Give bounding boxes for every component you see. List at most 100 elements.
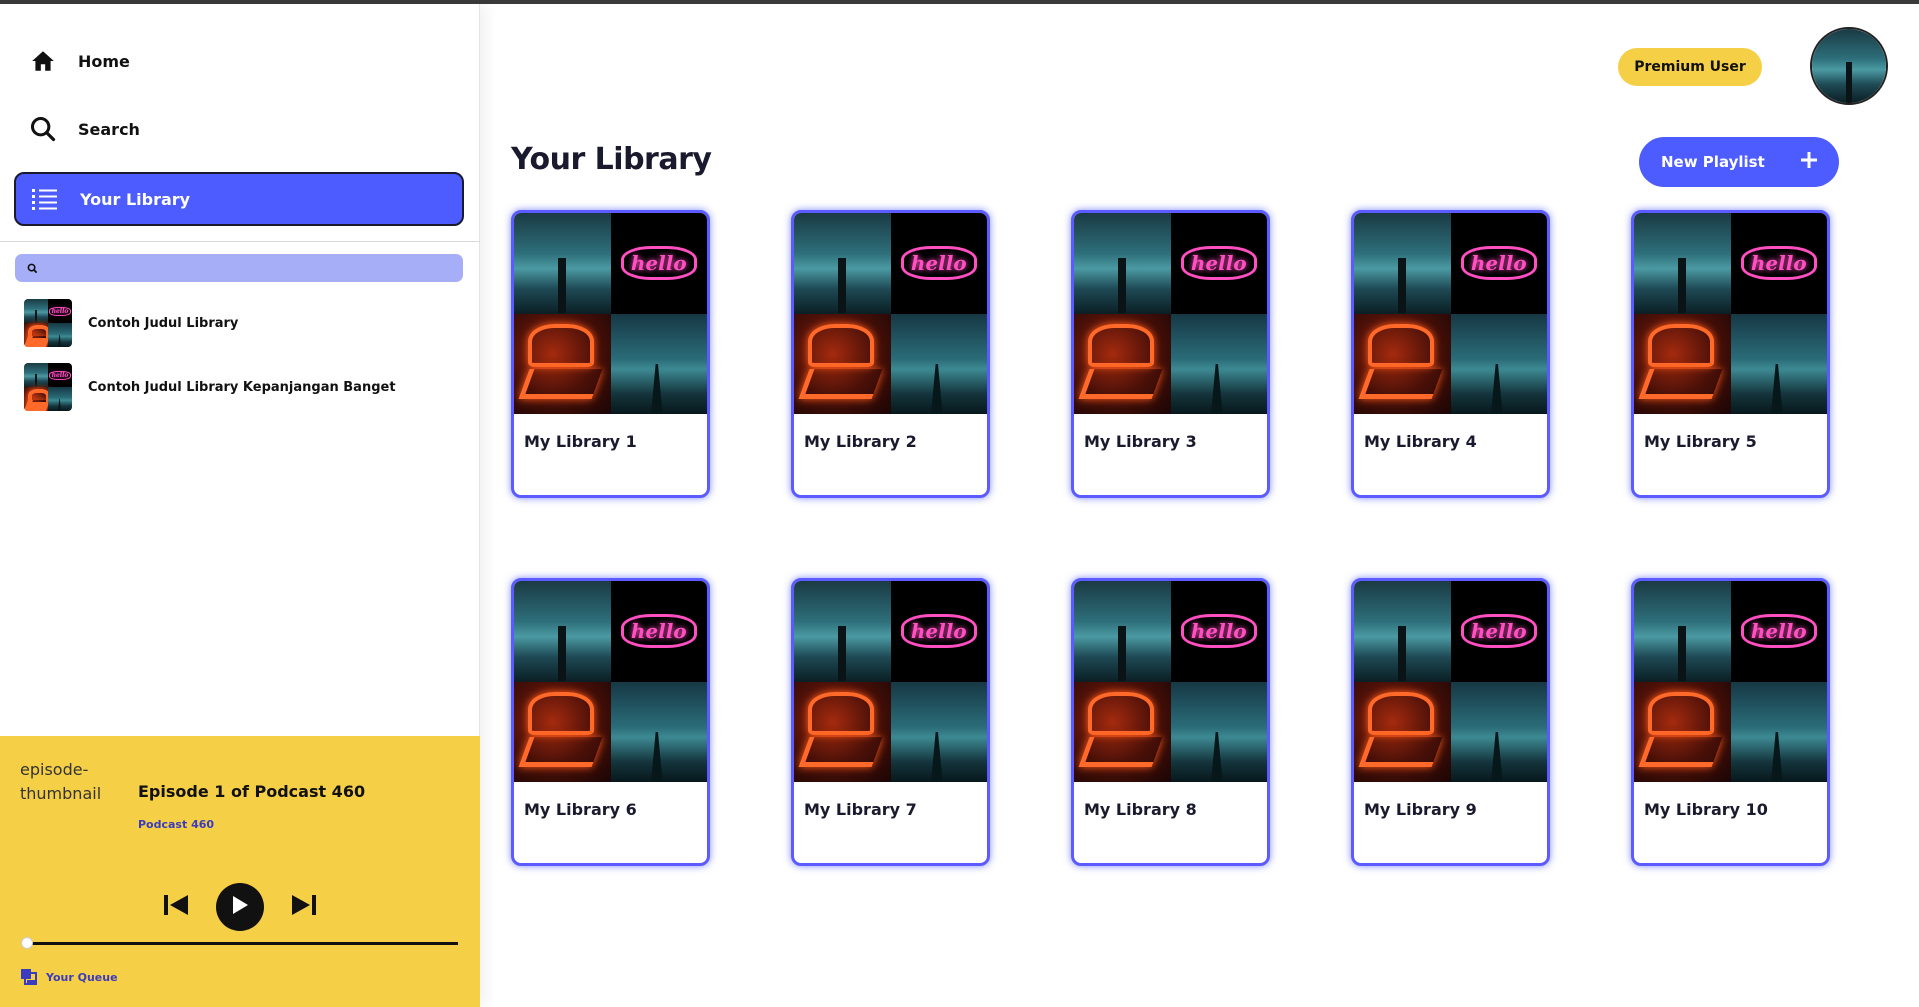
library-card-cover: hello xyxy=(1354,213,1547,414)
progress-knob[interactable] xyxy=(21,937,33,949)
cover-tile xyxy=(890,313,987,414)
library-card[interactable]: hello My Library 8 xyxy=(1071,578,1270,866)
sidebar-divider xyxy=(0,241,480,242)
library-card-title: My Library 1 xyxy=(524,432,637,451)
library-card-title: My Library 2 xyxy=(804,432,917,451)
library-card[interactable]: hello My Library 2 xyxy=(791,210,990,498)
nav-search[interactable]: Search xyxy=(14,102,464,156)
episode-title: Episode 1 of Podcast 460 xyxy=(138,782,366,801)
cover-tile xyxy=(1354,213,1451,314)
new-playlist-button[interactable]: New Playlist xyxy=(1639,137,1839,187)
library-item-label: Contoh Judul Library xyxy=(88,315,239,331)
library-card-title: My Library 4 xyxy=(1364,432,1477,451)
cover-tile: hello xyxy=(1730,581,1827,682)
library-search-bar[interactable] xyxy=(15,254,463,282)
library-card[interactable]: hello My Library 7 xyxy=(791,578,990,866)
cover-hello-text: hello xyxy=(900,614,977,649)
cover-hello-text: hello xyxy=(1180,614,1257,649)
library-card[interactable]: hello My Library 9 xyxy=(1351,578,1550,866)
library-card-title: My Library 7 xyxy=(804,800,917,819)
page-title: Your Library xyxy=(511,142,712,177)
playback-controls xyxy=(160,882,320,932)
cover-tile xyxy=(794,681,891,782)
library-card[interactable]: hello My Library 10 xyxy=(1631,578,1830,866)
cover-hello-text: hello xyxy=(1740,246,1817,281)
search-icon xyxy=(27,259,38,278)
library-search-input[interactable] xyxy=(44,260,444,276)
library-card-title: My Library 5 xyxy=(1644,432,1757,451)
library-list-item[interactable]: hello Contoh Judul Library xyxy=(24,298,238,348)
previous-button[interactable] xyxy=(160,891,192,923)
nav-home[interactable]: Home xyxy=(14,34,464,88)
list-icon xyxy=(30,184,60,214)
avatar[interactable] xyxy=(1810,27,1888,105)
queue-link[interactable]: Your Queue xyxy=(20,968,118,986)
cover-hello-text: hello xyxy=(900,246,977,281)
library-card-title: My Library 6 xyxy=(524,800,637,819)
cover-tile xyxy=(610,681,707,782)
cover-tile xyxy=(514,313,611,414)
library-card-cover: hello xyxy=(794,213,987,414)
cover-tile xyxy=(1074,581,1171,682)
cover-hello-text: hello xyxy=(48,370,72,380)
library-item-label: Contoh Judul Library Kepanjangan Banget xyxy=(88,379,396,395)
library-card-cover: hello xyxy=(1634,213,1827,414)
podcast-name[interactable]: Podcast 460 xyxy=(138,818,214,831)
nav-search-label: Search xyxy=(78,119,140,139)
cover-tile: hello xyxy=(1450,581,1547,682)
progress-slider[interactable] xyxy=(21,937,458,949)
nav-your-library-label: Your Library xyxy=(80,189,191,209)
nav-your-library[interactable]: Your Library xyxy=(14,172,464,226)
cover-hello-text: hello xyxy=(1740,614,1817,649)
cover-tile xyxy=(1634,213,1731,314)
library-card-title: My Library 3 xyxy=(1084,432,1197,451)
now-playing-bar: episode-thumbnail Episode 1 of Podcast 4… xyxy=(0,736,480,1007)
cover-tile xyxy=(794,313,891,414)
nav-home-label: Home xyxy=(78,51,130,71)
library-card[interactable]: hello My Library 6 xyxy=(511,578,710,866)
cover-tile xyxy=(514,213,611,314)
play-button[interactable] xyxy=(216,883,264,931)
cover-tile xyxy=(1170,681,1267,782)
home-icon xyxy=(28,46,58,76)
plus-icon xyxy=(1801,152,1817,172)
cover-tile xyxy=(794,581,891,682)
cover-hello-text: hello xyxy=(1460,246,1537,281)
cover-tile xyxy=(1634,313,1731,414)
cover-tile xyxy=(1354,681,1451,782)
library-card[interactable]: hello My Library 5 xyxy=(1631,210,1830,498)
cover-tile: hello xyxy=(1170,213,1267,314)
cover-tile xyxy=(1170,313,1267,414)
library-card[interactable]: hello My Library 1 xyxy=(511,210,710,498)
cover-tile: hello xyxy=(610,213,707,314)
library-list-item[interactable]: hello Contoh Judul Library Kepanjangan B… xyxy=(24,362,396,412)
cover-tile: hello xyxy=(890,581,987,682)
play-icon xyxy=(231,895,249,919)
cover-tile xyxy=(1634,581,1731,682)
library-card[interactable]: hello My Library 4 xyxy=(1351,210,1550,498)
episode-thumbnail: episode-thumbnail xyxy=(20,760,102,803)
cover-tile xyxy=(1730,681,1827,782)
cover-hello-text: hello xyxy=(1460,614,1537,649)
next-button[interactable] xyxy=(288,891,320,923)
library-card-cover: hello xyxy=(514,213,707,414)
cover-tile: hello xyxy=(1450,213,1547,314)
cover-tile xyxy=(1730,313,1827,414)
cover-tile xyxy=(1074,213,1171,314)
premium-user-badge[interactable]: Premium User xyxy=(1618,48,1762,86)
library-card-cover: hello xyxy=(1634,581,1827,782)
library-card-cover: hello xyxy=(514,581,707,782)
queue-label: Your Queue xyxy=(46,970,118,984)
library-card[interactable]: hello My Library 3 xyxy=(1071,210,1270,498)
library-card-cover: hello xyxy=(794,581,987,782)
cover-tile: hello xyxy=(610,581,707,682)
library-card-title: My Library 10 xyxy=(1644,800,1768,819)
cover-hello-text: hello xyxy=(620,614,697,649)
cover-tile xyxy=(1354,581,1451,682)
cover-tile xyxy=(1074,681,1171,782)
library-card-cover: hello xyxy=(1354,581,1547,782)
queue-icon xyxy=(20,968,38,986)
cover-tile xyxy=(1074,313,1171,414)
cover-tile xyxy=(1450,313,1547,414)
sidebar: Home Search Your Library hello Contoh Ju… xyxy=(0,4,480,1007)
